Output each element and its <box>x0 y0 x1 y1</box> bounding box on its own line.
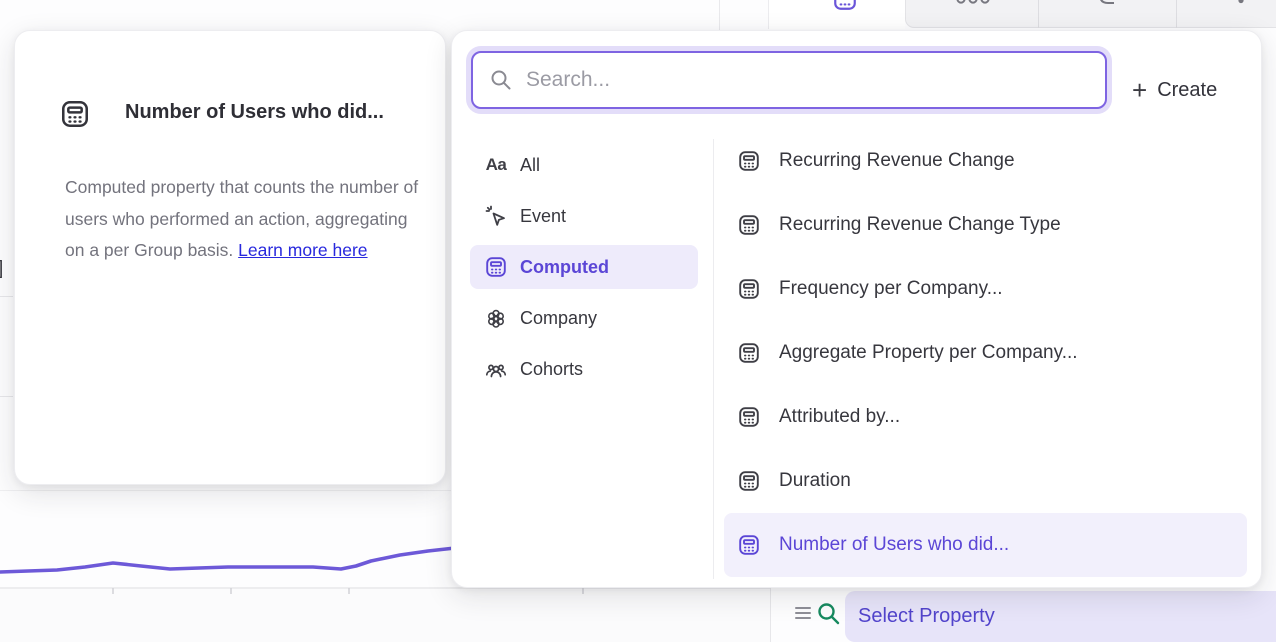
tab-separator <box>1038 0 1039 28</box>
property-list: Recurring Revenue Change Recurring Reven… <box>724 129 1247 577</box>
category-label: Cohorts <box>520 359 583 380</box>
calculator-icon <box>737 213 761 237</box>
category-company[interactable]: Company <box>470 296 698 340</box>
tooltip-description: Computed property that counts the number… <box>65 172 427 267</box>
clipped-background-text: ] <box>0 258 3 280</box>
tab-separator <box>1176 0 1177 28</box>
category-computed[interactable]: Computed <box>470 245 698 289</box>
search-icon <box>489 68 513 92</box>
cohorts-people-icon <box>484 357 508 381</box>
category-label: Computed <box>520 257 609 278</box>
plus-icon: + <box>1132 77 1147 103</box>
property-list-item[interactable]: Recurring Revenue Change <box>724 129 1247 193</box>
property-label: Aggregate Property per Company... <box>779 342 1078 364</box>
event-cursor-icon <box>484 204 508 228</box>
calculator-icon <box>737 277 761 301</box>
search-input[interactable] <box>513 53 1105 107</box>
category-label: Company <box>520 308 597 329</box>
select-property-placeholder: Select Property <box>858 605 995 628</box>
property-label: Recurring Revenue Change Type <box>779 214 1061 236</box>
users-circles-icon[interactable] <box>954 0 992 13</box>
flag-pin-icon[interactable] <box>1229 0 1253 12</box>
tooltip-title: Number of Users who did... <box>125 101 384 124</box>
calculator-icon <box>737 149 761 173</box>
property-label: Attributed by... <box>779 406 900 428</box>
tab-group <box>905 0 1276 28</box>
property-label: Duration <box>779 470 851 492</box>
category-list: Aa All Event <box>470 143 698 398</box>
text-format-icon: Aa <box>484 153 508 177</box>
revenue-line <box>0 548 455 572</box>
create-button-label: Create <box>1157 79 1217 102</box>
calculator-icon <box>737 469 761 493</box>
property-list-item[interactable]: Number of Users who did... <box>724 513 1247 577</box>
search-icon <box>815 600 842 627</box>
company-cluster-icon <box>484 306 508 330</box>
panel-divider <box>770 588 771 642</box>
property-label: Number of Users who did... <box>779 534 1009 556</box>
category-label: Event <box>520 206 566 227</box>
background-card-edge <box>719 0 720 30</box>
calculator-icon <box>737 533 761 557</box>
calculator-icon <box>737 405 761 429</box>
calculator-icon <box>59 97 91 131</box>
property-label: Recurring Revenue Change <box>779 150 1015 172</box>
property-list-item[interactable]: Frequency per Company... <box>724 257 1247 321</box>
learn-more-link[interactable]: Learn more here <box>238 240 367 260</box>
category-label: All <box>520 155 540 176</box>
property-list-item[interactable]: Attributed by... <box>724 385 1247 449</box>
background-divider <box>0 296 13 297</box>
metrics-calculator-icon <box>832 0 858 12</box>
property-picker-panel: + Create Aa All Event <box>451 30 1262 588</box>
tab-metrics[interactable] <box>768 0 905 29</box>
property-list-item[interactable]: Aggregate Property per Company... <box>724 321 1247 385</box>
category-event[interactable]: Event <box>470 194 698 238</box>
select-property-field[interactable]: Select Property <box>845 591 1276 642</box>
property-label: Frequency per Company... <box>779 278 1003 300</box>
property-info-tooltip: Number of Users who did... Computed prop… <box>14 30 446 485</box>
background-divider <box>0 396 13 397</box>
property-list-item[interactable]: Recurring Revenue Change Type <box>724 193 1247 257</box>
retention-curve-icon[interactable] <box>1094 0 1118 14</box>
drag-handle-icon[interactable] <box>795 607 811 620</box>
property-list-item[interactable]: Duration <box>724 449 1247 513</box>
picker-divider <box>713 139 714 579</box>
search-field[interactable] <box>471 51 1107 109</box>
category-all[interactable]: Aa All <box>470 143 698 187</box>
calculator-icon <box>737 341 761 365</box>
create-button[interactable]: + Create <box>1132 71 1217 109</box>
chart-footer-strip <box>0 589 770 642</box>
calculator-icon <box>484 255 508 279</box>
category-cohorts[interactable]: Cohorts <box>470 347 698 391</box>
view-tabbar <box>760 0 1276 29</box>
chart-area-border <box>0 490 455 491</box>
